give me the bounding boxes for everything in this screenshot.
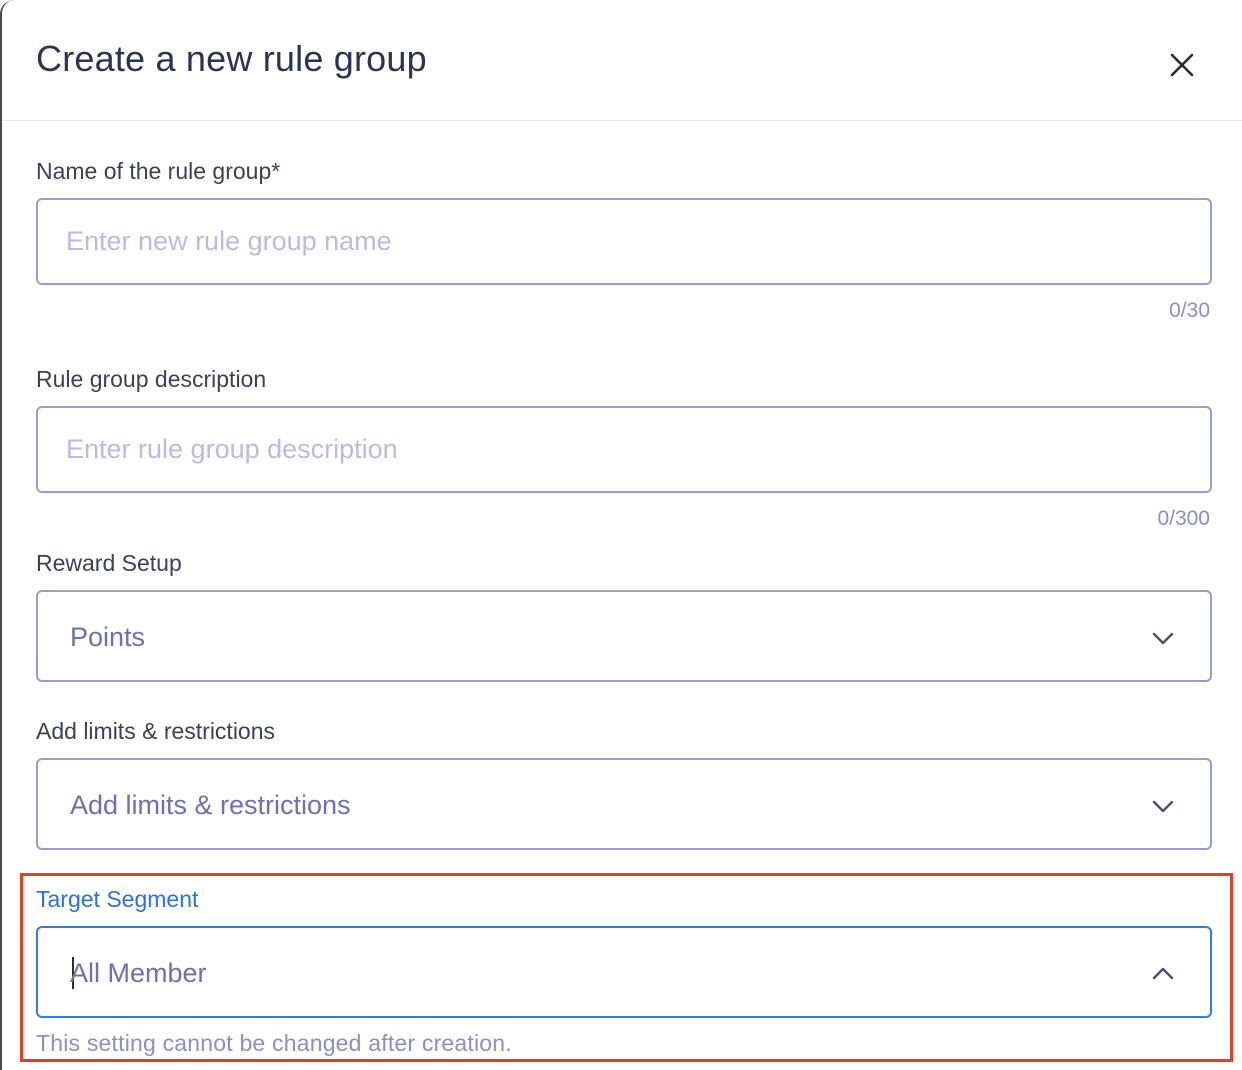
close-button[interactable] — [1165, 48, 1199, 82]
name-field-container — [36, 198, 1212, 285]
dialog-header: Create a new rule group — [2, 0, 1242, 121]
limits-select[interactable]: Add limits & restrictions — [36, 758, 1212, 850]
dialog-title: Create a new rule group — [36, 38, 427, 79]
chevron-down-icon — [1152, 800, 1174, 813]
reward-setup-value: Points — [70, 622, 146, 652]
reward-setup-select[interactable]: Points — [36, 590, 1212, 682]
close-icon — [1170, 53, 1194, 77]
name-char-counter: 0/30 — [1169, 299, 1210, 322]
limits-value: Add limits & restrictions — [70, 790, 351, 820]
target-segment-value: All Member — [70, 958, 207, 988]
chevron-down-icon — [1152, 632, 1174, 645]
target-segment-label: Target Segment — [36, 886, 199, 912]
rule-group-name-input[interactable] — [38, 200, 1210, 283]
reward-setup-label: Reward Setup — [36, 550, 182, 576]
rule-group-description-input[interactable] — [38, 408, 1210, 491]
description-field-label: Rule group description — [36, 366, 267, 392]
target-segment-select[interactable]: All Member — [36, 926, 1212, 1018]
chevron-up-icon — [1152, 967, 1174, 980]
description-field-container — [36, 406, 1212, 493]
create-rule-group-dialog: Create a new rule group Name of the rule… — [0, 0, 1242, 1070]
limits-label: Add limits & restrictions — [36, 718, 276, 744]
target-segment-hint: This setting cannot be changed after cre… — [36, 1030, 512, 1056]
description-char-counter: 0/300 — [1157, 507, 1210, 530]
name-field-label: Name of the rule group* — [36, 158, 281, 184]
